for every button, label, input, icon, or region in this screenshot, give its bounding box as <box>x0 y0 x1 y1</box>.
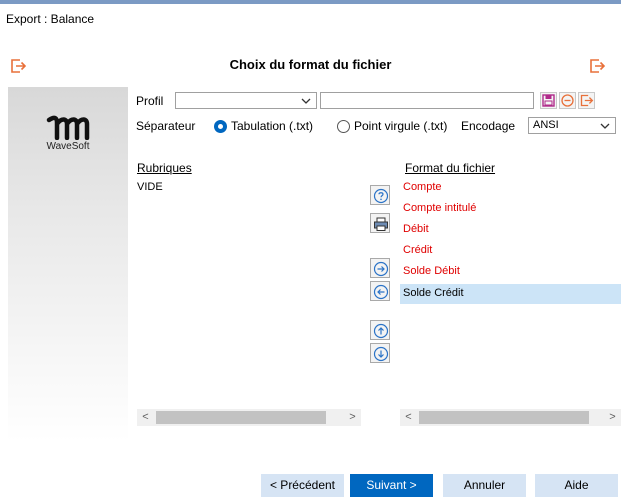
format-header: Format du fichier <box>405 161 496 175</box>
remove-field-button[interactable] <box>370 281 390 301</box>
list-item[interactable]: VIDE <box>137 181 163 193</box>
scroll-right-icon[interactable]: > <box>344 409 361 426</box>
list-item[interactable]: Compte <box>403 181 442 193</box>
rubriques-scrollbar[interactable]: < > <box>137 409 361 426</box>
add-field-button[interactable] <box>370 258 390 278</box>
dialog-heading: Choix du format du fichier <box>229 57 392 72</box>
print-button[interactable] <box>370 213 390 233</box>
scroll-left-icon[interactable]: < <box>137 409 154 426</box>
scroll-left-icon[interactable]: < <box>400 409 417 426</box>
rubriques-header: Rubriques <box>137 161 192 175</box>
encoding-value: ANSI <box>533 119 559 131</box>
logo-text: WaveSoft <box>46 141 90 152</box>
list-item[interactable]: Crédit <box>403 244 432 256</box>
exit-icon[interactable] <box>588 57 606 75</box>
separator-semicolon-label[interactable]: Point virgule (.txt) <box>354 119 447 133</box>
question-circle-icon <box>373 188 389 204</box>
chevron-down-icon <box>600 123 610 129</box>
cancel-button[interactable]: Annuler <box>443 474 526 497</box>
scrollbar-thumb[interactable] <box>156 411 326 424</box>
help-button[interactable] <box>370 185 390 205</box>
arrow-left-circle-icon <box>373 284 389 300</box>
side-panel: WaveSoft <box>8 87 128 442</box>
arrow-up-circle-icon <box>373 323 389 339</box>
list-item[interactable]: Solde Débit <box>403 265 460 277</box>
profile-name-input[interactable] <box>320 92 534 109</box>
list-item[interactable]: Débit <box>403 223 429 235</box>
arrow-down-circle-icon <box>373 346 389 362</box>
previous-button[interactable]: < Précédent <box>261 474 344 497</box>
chevron-down-icon <box>301 98 311 104</box>
scroll-right-icon[interactable]: > <box>604 409 621 426</box>
encoding-select[interactable]: ANSI <box>528 117 616 134</box>
printer-icon <box>374 217 388 231</box>
separator-tab-label[interactable]: Tabulation (.txt) <box>231 119 313 133</box>
save-profile-button[interactable] <box>540 92 557 109</box>
exit-profile-button[interactable] <box>578 92 595 109</box>
move-down-button[interactable] <box>370 343 390 363</box>
encoding-label: Encodage <box>461 119 516 133</box>
separator-semicolon-radio[interactable] <box>337 120 350 133</box>
floppy-disk-icon <box>542 94 555 107</box>
move-up-button[interactable] <box>370 320 390 340</box>
wavesoft-logo-icon <box>45 114 93 143</box>
format-scrollbar[interactable]: < > <box>400 409 621 426</box>
window-title: Export : Balance <box>6 12 95 26</box>
profile-label: Profil <box>136 94 164 108</box>
arrow-right-circle-icon <box>373 261 389 277</box>
separator-label: Séparateur <box>136 119 196 133</box>
list-item-selected[interactable]: Solde Crédit <box>403 287 464 299</box>
profile-select[interactable] <box>175 92 317 109</box>
help-bottom-button[interactable]: Aide <box>535 474 618 497</box>
window-top-border <box>0 0 621 4</box>
list-item[interactable]: Compte intitulé <box>403 202 476 214</box>
delete-profile-button[interactable] <box>559 92 576 109</box>
exit-door-icon <box>580 94 594 107</box>
scrollbar-thumb[interactable] <box>419 411 589 424</box>
separator-tab-radio[interactable] <box>214 120 227 133</box>
next-button[interactable]: Suivant > <box>350 474 433 497</box>
minus-circle-icon <box>561 94 574 107</box>
